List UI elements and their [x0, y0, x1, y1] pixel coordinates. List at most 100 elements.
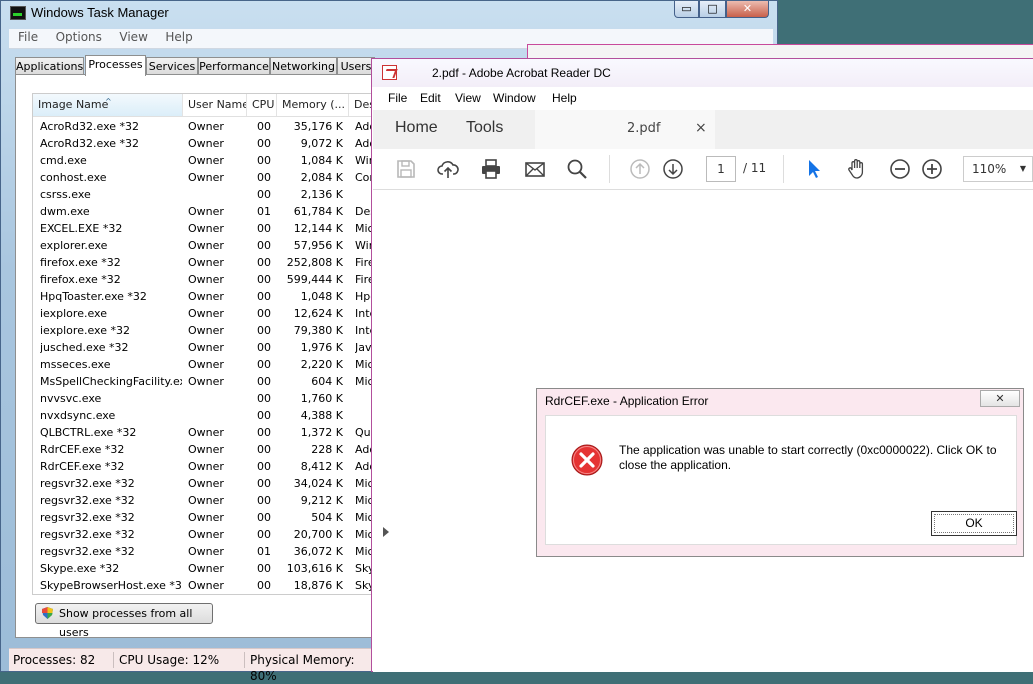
process-memory: 9,212 K	[300, 494, 343, 507]
left-pane-expand-icon[interactable]	[383, 527, 389, 537]
process-cpu: 00	[257, 409, 271, 422]
process-cpu: 00	[257, 137, 271, 150]
process-row[interactable]: dwm.exe Owner 01 61,784 K Des	[33, 203, 373, 220]
process-row[interactable]: cmd.exe Owner 00 1,084 K Win	[33, 152, 373, 169]
column-user-name[interactable]: User Name	[183, 94, 247, 116]
column-memory[interactable]: Memory (...	[277, 94, 349, 116]
process-row[interactable]: regsvr32.exe *32Owner0034,024 KMicr	[33, 475, 373, 492]
process-row[interactable]: explorer.exe Owner 00 57,956 K Win	[33, 237, 373, 254]
tab-users[interactable]: Users	[337, 57, 375, 75]
process-row[interactable]: RdrCEF.exe *32 Owner 00 8,412 K Ado	[33, 458, 373, 475]
tab-processes[interactable]: Processes	[85, 55, 146, 76]
page-down-icon[interactable]	[662, 158, 684, 180]
acrobat-titlebar[interactable]: 2.pdf - Adobe Acrobat Reader DC	[372, 59, 1033, 87]
menu-options[interactable]: Options	[56, 29, 102, 44]
process-cpu: 00	[257, 188, 271, 201]
search-icon[interactable]	[566, 158, 588, 180]
tab-performance[interactable]: Performance	[198, 57, 270, 75]
menu-help[interactable]: Help	[165, 29, 192, 44]
process-name: AcroRd32.exe *32	[40, 137, 140, 150]
process-user: Owner	[188, 324, 224, 337]
nav-tools[interactable]: Tools	[466, 119, 503, 137]
upload-icon[interactable]	[437, 158, 459, 180]
acro-menu-help[interactable]: Help	[552, 91, 577, 105]
process-name: explorer.exe	[40, 239, 108, 252]
process-row[interactable]: Skype.exe *32 Owner 00 103,616 K Sky	[33, 560, 373, 577]
show-all-processes-label: Show processes from all users	[59, 607, 193, 639]
process-name: Skype.exe *32	[40, 562, 120, 575]
page-up-icon[interactable]	[629, 158, 651, 180]
process-cpu: 00	[257, 154, 271, 167]
process-row[interactable]: HpqToaster.exe *32Owner001,048 KHpq	[33, 288, 373, 305]
document-tab-close-icon[interactable]: ×	[695, 120, 707, 136]
status-processes: Processes: 82	[9, 652, 114, 668]
process-name: msseces.exe	[40, 358, 111, 371]
select-cursor-icon[interactable]	[803, 158, 825, 180]
dialog-close-button[interactable]: ✕	[980, 390, 1020, 407]
show-all-processes-button[interactable]: Show processes from all users	[35, 603, 213, 639]
acro-menu-edit[interactable]: Edit	[420, 91, 441, 105]
nav-home[interactable]: Home	[395, 119, 438, 137]
acro-menu-window[interactable]: Window	[493, 91, 536, 105]
process-name: RdrCEF.exe *32	[40, 443, 125, 456]
process-row[interactable]: msseces.exeOwner002,220 KMicr	[33, 356, 373, 373]
process-memory: 2,220 K	[300, 358, 343, 371]
process-row[interactable]: jusched.exe *32Owner001,976 KJava	[33, 339, 373, 356]
zoom-in-icon[interactable]	[921, 158, 943, 180]
minimize-button[interactable]: ▭	[674, 1, 699, 18]
save-icon[interactable]	[395, 158, 417, 180]
zoom-select[interactable]: 110% ▼	[963, 156, 1033, 182]
process-name: QLBCTRL.exe *32	[40, 426, 137, 439]
acro-menu-file[interactable]: File	[388, 91, 407, 105]
process-name: RdrCEF.exe *32	[40, 460, 125, 473]
process-row[interactable]: csrss.exe 00 2,136 K	[33, 186, 373, 203]
column-image-name[interactable]: Image Name ^	[33, 94, 183, 116]
process-user: Owner	[188, 511, 224, 524]
process-row[interactable]: MsSpellCheckingFacility.exe Owner 00 604 KM…	[33, 373, 373, 390]
process-user: Owner	[188, 579, 224, 592]
process-row[interactable]: regsvr32.exe *32Owner0020,700 KMicr	[33, 526, 373, 543]
menu-view[interactable]: View	[119, 29, 147, 44]
process-row[interactable]: AcroRd32.exe *32 Owner 00 9,072 K Ado	[33, 135, 373, 152]
process-cpu: 00	[257, 341, 271, 354]
process-list[interactable]: Image Name ^ User Name CPU Memory (... D…	[32, 93, 374, 595]
close-button[interactable]: ✕	[726, 1, 769, 18]
page-number-input[interactable]: 1	[706, 156, 736, 182]
process-row[interactable]: regsvr32.exe *32Owner009,212 KMicr	[33, 492, 373, 509]
print-icon[interactable]	[480, 158, 502, 180]
process-row[interactable]: iexplore.exeOwner0012,624 KInte	[33, 305, 373, 322]
task-manager-titlebar[interactable]: Windows Task Manager ▭ □ ✕	[1, 1, 777, 25]
process-row[interactable]: SkypeBrowserHost.exe *32 Owner 00 18,876 KS…	[33, 577, 373, 594]
column-image-name-label: Image Name	[38, 98, 109, 111]
process-memory: 599,444 K	[286, 273, 343, 286]
process-row[interactable]: firefox.exe *32 Owner 00 252,808 K Fire	[33, 254, 373, 271]
document-tab[interactable]: 2.pdf ×	[535, 110, 715, 149]
column-cpu[interactable]: CPU	[247, 94, 277, 116]
process-row[interactable]: conhost.exeOwner002,084 KCon	[33, 169, 373, 186]
menu-file[interactable]: File	[18, 29, 38, 44]
hand-tool-icon[interactable]	[846, 158, 868, 180]
process-memory: 36,072 K	[293, 545, 343, 558]
tab-networking[interactable]: Networking	[270, 57, 337, 75]
process-row[interactable]: nvvsvc.exe 00 1,760 K	[33, 390, 373, 407]
zoom-out-icon[interactable]	[889, 158, 911, 180]
maximize-button[interactable]: □	[699, 1, 726, 18]
process-user: Owner	[188, 222, 224, 235]
tab-services[interactable]: Services	[146, 57, 198, 75]
process-row[interactable]: nvxdsync.exe 00 4,388 K	[33, 407, 373, 424]
process-row[interactable]: regsvr32.exe *32Owner00504 KMicr	[33, 509, 373, 526]
tab-applications[interactable]: Applications	[15, 57, 84, 75]
process-row[interactable]: EXCEL.EXE *32Owner0012,144 KMicr	[33, 220, 373, 237]
process-row[interactable]: iexplore.exe *32Owner0079,380 KInte	[33, 322, 373, 339]
process-row[interactable]: regsvr32.exe *32Owner0136,072 KMicr	[33, 543, 373, 560]
process-row[interactable]: RdrCEF.exe *32 Owner 00 228 K Ado	[33, 441, 373, 458]
process-row[interactable]: AcroRd32.exe *32 Owner 00 35,176 K Ado	[33, 118, 373, 135]
process-row[interactable]: firefox.exe *32 Owner 00 599,444 K Fire	[33, 271, 373, 288]
process-name: iexplore.exe *32	[40, 324, 130, 337]
ok-button[interactable]: OK	[931, 511, 1017, 536]
mail-icon[interactable]	[524, 158, 546, 180]
task-manager-title: Windows Task Manager	[31, 5, 169, 20]
process-name: HpqToaster.exe *32	[40, 290, 147, 303]
acro-menu-view[interactable]: View	[455, 91, 481, 105]
process-row[interactable]: QLBCTRL.exe *32Owner001,372 KQuic	[33, 424, 373, 441]
